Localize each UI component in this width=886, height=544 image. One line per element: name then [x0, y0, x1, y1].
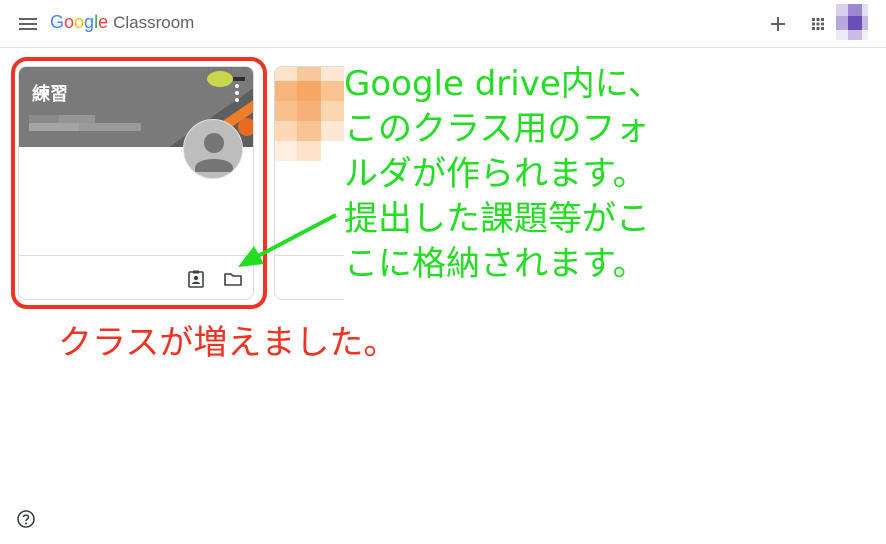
google-wordmark: Google	[50, 12, 109, 32]
hamburger-menu-icon[interactable]	[16, 12, 40, 36]
app-bar: Google Classroom	[0, 0, 886, 48]
drive-folder-annotation: Google drive内に、 このクラス用のフォ ルダが作られます。 提出した…	[344, 64, 662, 284]
help-icon[interactable]	[16, 509, 36, 529]
google-apps-icon[interactable]	[806, 12, 830, 36]
class-card-actions	[275, 255, 344, 256]
class-card-header-blurred	[275, 67, 344, 161]
class-added-annotation: クラスが増えました。	[58, 323, 398, 363]
product-name: Classroom	[113, 13, 195, 32]
class-card[interactable]	[274, 66, 344, 300]
plus-icon[interactable]	[766, 12, 790, 36]
highlight-box	[11, 57, 267, 309]
account-avatar[interactable]	[836, 4, 868, 48]
brand-logo[interactable]: Google Classroom	[50, 12, 194, 36]
